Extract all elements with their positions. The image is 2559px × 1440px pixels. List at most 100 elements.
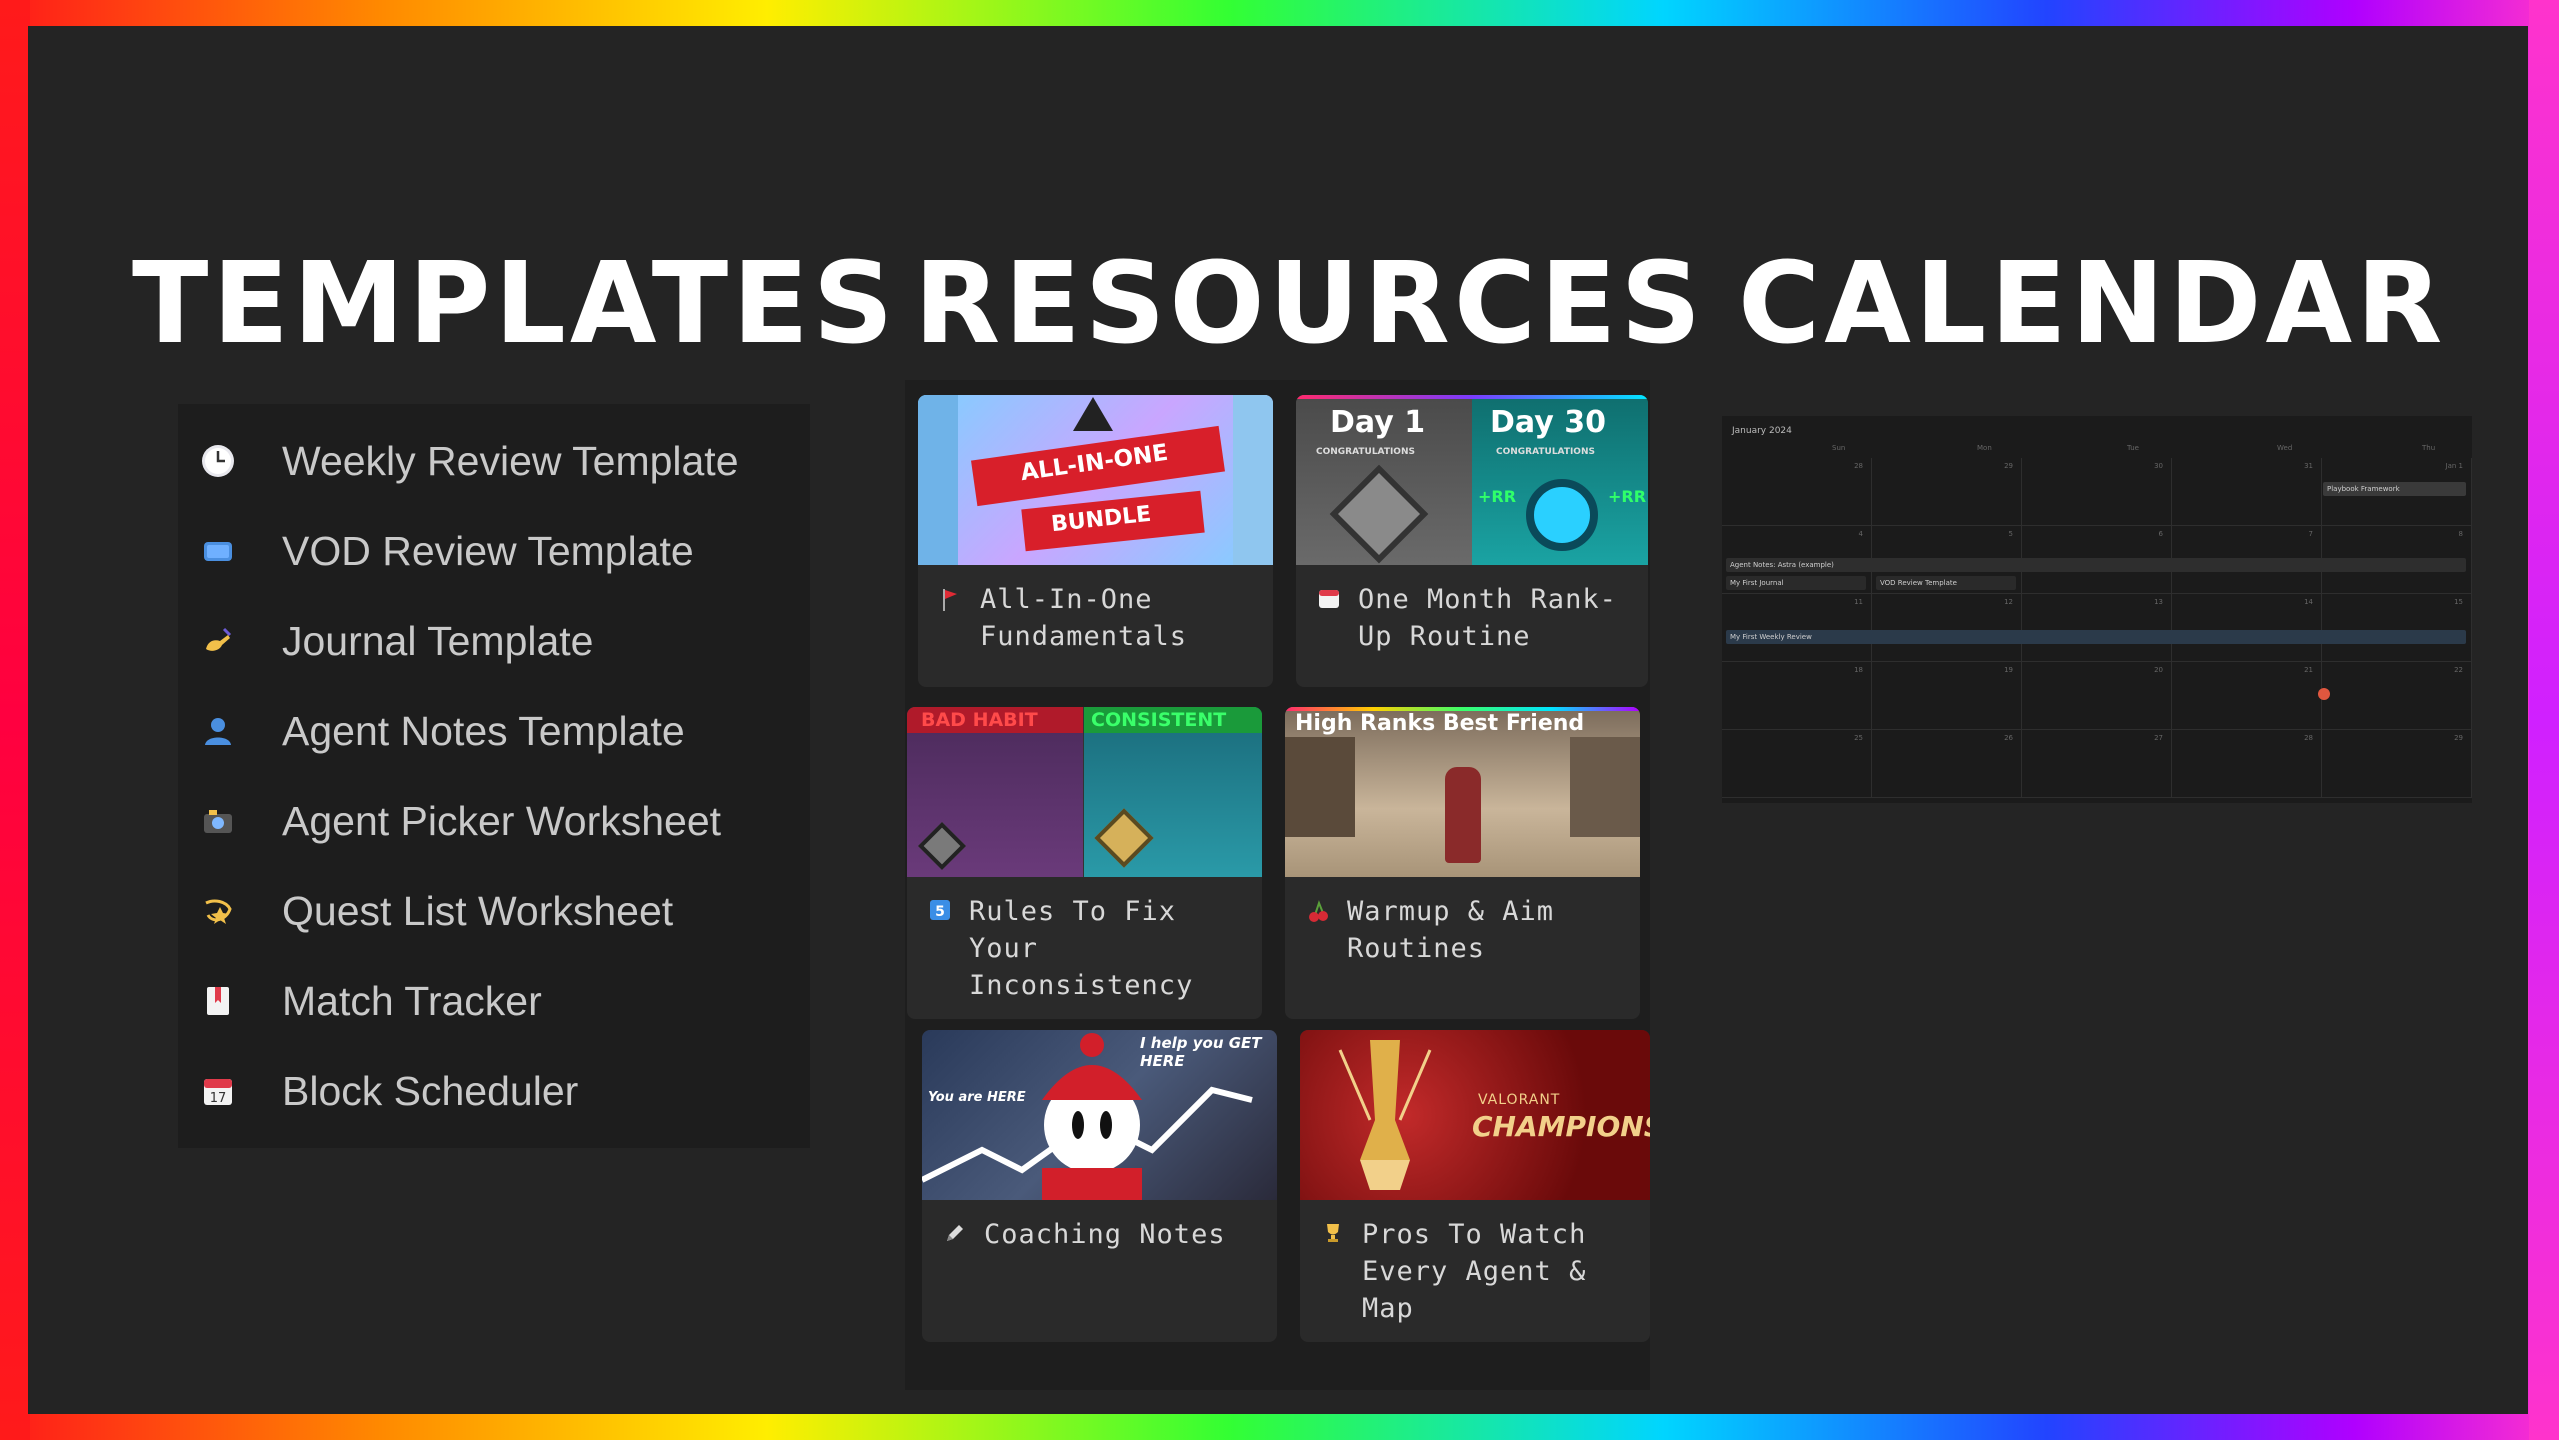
template-agent-notes[interactable]: Agent Notes Template <box>178 694 810 768</box>
thumb-text: Day 30 <box>1490 405 1606 440</box>
calendar-day-cell[interactable]: 25 <box>1722 730 1872 798</box>
thumb-text: CONSISTENT <box>1091 709 1227 731</box>
svg-text:5: 5 <box>935 904 945 920</box>
templates-list: Weekly Review Template VOD Review Templa… <box>178 404 810 1148</box>
resource-card-all-in-one[interactable]: ALL-IN-ONE BUNDLE All-In-One Fundamental… <box>918 395 1273 687</box>
card-title: All-In-One Fundamentals <box>980 584 1188 652</box>
card-title: Pros To Watch Every Agent & Map <box>1362 1219 1587 1324</box>
thumb-text: VALORANT <box>1478 1092 1561 1108</box>
red-flag-icon <box>940 587 962 613</box>
calendar-day-cell[interactable]: 21 <box>2172 662 2322 730</box>
calendar-day-number: 22 <box>2454 666 2463 674</box>
calendar-day-cell[interactable]: 20 <box>2022 662 2172 730</box>
calendar-event[interactable]: My First Weekly Review <box>1726 630 2466 644</box>
template-match-tracker[interactable]: Match Tracker <box>178 964 810 1038</box>
calendar-day-cell[interactable]: 31 <box>2172 458 2322 526</box>
thumb-text: I help you GET HERE <box>1140 1034 1262 1070</box>
calendar-heading: CALENDAR <box>1738 239 2447 369</box>
calendar-day-cell[interactable]: 22 <box>2322 662 2472 730</box>
calendar-event[interactable]: Agent Notes: Astra (example) <box>1726 558 2466 572</box>
calendar-day-number: 15 <box>2454 598 2463 606</box>
card-title: Warmup & Aim Routines <box>1347 896 1555 964</box>
thumb-text: CONGRATULATIONS <box>1316 447 1415 457</box>
calendar-day-cell[interactable]: 27 <box>2022 730 2172 798</box>
template-vod-review[interactable]: VOD Review Template <box>178 514 810 588</box>
calendar-day-cell[interactable]: 26 <box>1872 730 2022 798</box>
frame-left-edge <box>0 0 30 1440</box>
calendar-day-cell[interactable]: 29 <box>1872 458 2022 526</box>
calendar-day-cell[interactable]: 28 <box>2172 730 2322 798</box>
calendar-day-number: 12 <box>2004 598 2013 606</box>
card-thumbnail: ALL-IN-ONE BUNDLE <box>918 395 1273 565</box>
calendar-day-cell[interactable]: 14 <box>2172 594 2322 662</box>
card-thumbnail: BAD HABIT CONSISTENT <box>907 707 1262 877</box>
calendar-weekday: Wed <box>2277 444 2293 452</box>
thumb-text: High Ranks Best Friend <box>1295 711 1585 736</box>
calendar-day-cell[interactable]: 12 <box>1872 594 2022 662</box>
frame-right-edge <box>2529 0 2559 1440</box>
thumb-text: BAD HABIT <box>921 709 1038 731</box>
bookmark-icon <box>198 981 238 1021</box>
calendar-icon <box>1318 587 1340 613</box>
calendar-day-cell[interactable]: 13 <box>2022 594 2172 662</box>
card-title: Rules To Fix Your Inconsistency <box>969 896 1194 1001</box>
card-thumbnail: Day 1 Day 30 CONGRATULATIONS CONGRATULAT… <box>1296 395 1648 565</box>
template-label: Match Tracker <box>282 977 542 1024</box>
calendar-weekday: Mon <box>1977 444 1992 452</box>
calendar-day-cell[interactable]: 30 <box>2022 458 2172 526</box>
resources-heading: RESOURCES <box>914 239 1706 369</box>
calendar-day-number: 4 <box>1858 530 1863 538</box>
card-thumbnail: High Ranks Best Friend <box>1285 707 1640 877</box>
calendar-event[interactable]: Playbook Framework <box>2323 482 2466 496</box>
calendar-weekday: Thu <box>2422 444 2436 452</box>
calendar-day-cell[interactable]: 15 <box>2322 594 2472 662</box>
calendar-event[interactable]: VOD Review Template <box>1876 576 2016 590</box>
card-title: One Month Rank-Up Routine <box>1358 584 1617 652</box>
thumb-text: You are HERE <box>928 1090 1026 1105</box>
writing-hand-icon <box>198 621 238 661</box>
calendar-day-number: 28 <box>1854 462 1863 470</box>
calendar-day-number: 11 <box>1854 598 1863 606</box>
resource-card-consistency[interactable]: BAD HABIT CONSISTENT 5 Rules To Fix Your… <box>907 707 1262 1019</box>
calendar-day-number: 7 <box>2308 530 2313 538</box>
calendar-day-number: 27 <box>2154 734 2163 742</box>
calendar-event[interactable]: My First Journal <box>1726 576 1866 590</box>
calendar-widget: January 2024 Sun Mon Tue Wed Thu 28 29 30 3… <box>1722 416 2472 803</box>
template-label: Agent Notes Template <box>282 707 685 754</box>
template-label: Agent Picker Worksheet <box>282 797 722 844</box>
calendar-day-number: 29 <box>2004 462 2013 470</box>
calendar-day-number: Jan 1 <box>2445 462 2463 470</box>
template-quest-list[interactable]: Quest List Worksheet <box>178 874 810 948</box>
thumb-text: +RR <box>1478 487 1517 506</box>
calendar-day-number: 6 <box>2158 530 2163 538</box>
resource-card-warmup[interactable]: High Ranks Best Friend Warmup & Aim Rout… <box>1285 707 1640 1019</box>
resource-card-rank-up[interactable]: Day 1 Day 30 CONGRATULATIONS CONGRATULAT… <box>1296 395 1648 687</box>
calendar-day-cell[interactable]: 11 <box>1722 594 1872 662</box>
card-title: Coaching Notes <box>984 1219 1226 1250</box>
calendar-day-cell[interactable]: 29 <box>2322 730 2472 798</box>
calendar-day-number: 21 <box>2304 666 2313 674</box>
resource-card-pros[interactable]: VALORANT CHAMPIONS Pros To Watch Every A… <box>1300 1030 1650 1342</box>
calendar-day-number: 29 <box>2454 734 2463 742</box>
calendar-day-number: 26 <box>2004 734 2013 742</box>
calendar-day-cell[interactable]: 19 <box>1872 662 2022 730</box>
template-weekly-review[interactable]: Weekly Review Template <box>178 424 810 498</box>
calendar-day-cell[interactable]: 18 <box>1722 662 1872 730</box>
resource-card-coaching[interactable]: You are HERE I help you GET HERE Coachin… <box>922 1030 1277 1342</box>
clock-icon <box>198 441 238 481</box>
calendar-day-number: 14 <box>2304 598 2313 606</box>
camera-icon <box>198 801 238 841</box>
calendar-month: January 2024 <box>1732 426 1792 436</box>
thumb-text: Day 1 <box>1330 405 1426 440</box>
template-journal[interactable]: Journal Template <box>178 604 810 678</box>
template-label: Journal Template <box>282 617 594 664</box>
template-block-scheduler[interactable]: 17 Block Scheduler <box>178 1054 810 1128</box>
template-label: VOD Review Template <box>282 527 694 574</box>
template-agent-picker[interactable]: Agent Picker Worksheet <box>178 784 810 858</box>
calendar-day-number: 13 <box>2154 598 2163 606</box>
calendar-day-number: 5 <box>2008 530 2013 538</box>
cherries-icon <box>1307 899 1329 925</box>
calendar-day-cell[interactable]: 28 <box>1722 458 1872 526</box>
calendar-day-number: 30 <box>2154 462 2163 470</box>
trophy-icon <box>1322 1222 1344 1248</box>
